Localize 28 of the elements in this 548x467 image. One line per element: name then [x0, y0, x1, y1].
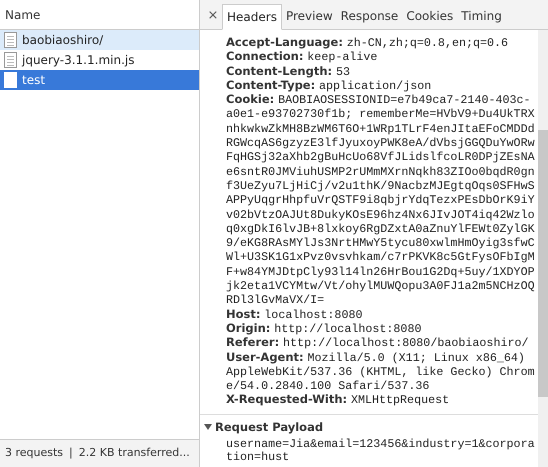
status-separator: | [69, 445, 73, 462]
tab[interactable]: Headers [222, 4, 282, 30]
header-line: Host: localhost:8080 [226, 308, 364, 322]
request-count: 3 requests [5, 445, 64, 462]
header-line: Content-Length: 53 [226, 64, 351, 79]
caret-icon [204, 423, 212, 432]
column-header[interactable]: Name [5, 6, 40, 24]
header-line: Connection: keep-alive [226, 50, 378, 65]
request-row[interactable]: baobiaoshiro/ [0, 30, 199, 50]
tab[interactable]: Response [336, 3, 402, 29]
header-line: Origin: http://localhost:8080 [226, 322, 422, 336]
file-icon [4, 72, 17, 88]
header-line: Accept-Language: zh-CN,zh;q=0.8,en;q=0.6 [226, 36, 510, 50]
header-line: Referer: http://localhost:8080/baobiaoshiro/ [226, 336, 530, 351]
request-row[interactable]: test [0, 70, 199, 90]
tab[interactable]: Timing [457, 3, 506, 29]
file-icon [4, 52, 17, 68]
tab[interactable]: Preview [282, 3, 337, 29]
scrollbar[interactable] [538, 30, 548, 467]
tab[interactable]: Cookies [402, 3, 458, 29]
transferred-size: 2.2 KB transferred... [78, 445, 190, 462]
close-button[interactable]: × [204, 3, 222, 29]
header-line: Content-Type: application/json [226, 78, 432, 94]
header-line: User-Agent: Mozilla/5.0 (X11; Linux x86_64) AppleWebKit/537.36 (KHTML, like Gecko) Chrome/54.0.2840.100 Safari/537.36 [226, 350, 536, 394]
payload-body: username=Jia&email=123456&industry=1&corporation=hust [225, 436, 536, 465]
header-line: X-Requested-With: XMLHttpRequest [226, 393, 450, 408]
payload-section-toggle[interactable]: Request Payload [200, 418, 324, 436]
file-icon [4, 32, 17, 48]
